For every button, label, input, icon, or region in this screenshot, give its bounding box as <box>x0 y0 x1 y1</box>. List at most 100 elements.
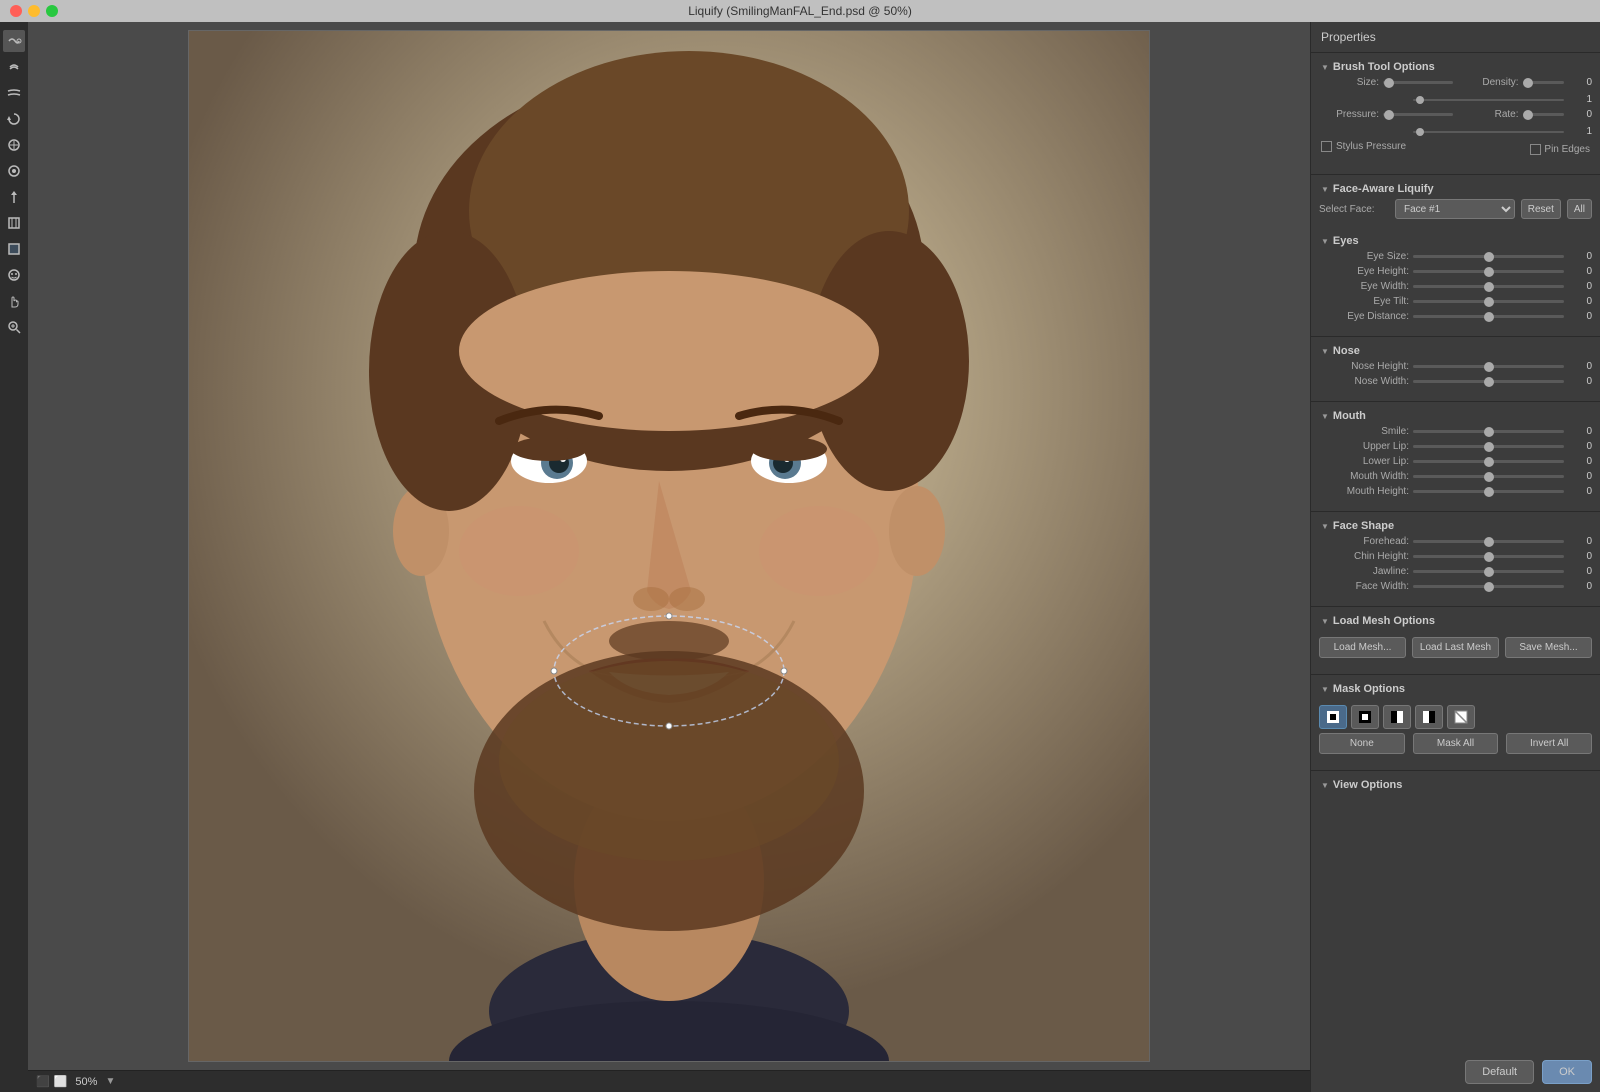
upper-lip-slider[interactable] <box>1413 445 1564 448</box>
bottom-buttons: Default OK <box>1311 1052 1600 1092</box>
load-mesh-button[interactable]: Load Mesh... <box>1319 637 1406 658</box>
eye-height-slider[interactable] <box>1413 270 1564 273</box>
load-mesh-label: Load Mesh Options <box>1333 615 1435 627</box>
thaw-mask-tool[interactable] <box>3 238 25 260</box>
all-button[interactable]: All <box>1567 199 1592 219</box>
load-mesh-header[interactable]: ▼ Load Mesh Options <box>1319 611 1592 631</box>
nose-width-slider[interactable] <box>1413 380 1564 383</box>
none-mask-button[interactable]: None <box>1319 733 1405 754</box>
mask-mode-3-button[interactable] <box>1383 705 1411 729</box>
face-width-label: Face Width: <box>1319 581 1409 592</box>
pin-edges-checkbox[interactable] <box>1530 144 1541 155</box>
forehead-slider[interactable] <box>1413 540 1564 543</box>
stylus-pressure-checkbox[interactable] <box>1321 141 1332 152</box>
mask-mode-5-button[interactable] <box>1447 705 1475 729</box>
density-slider[interactable] <box>1523 81 1565 84</box>
invert-all-button[interactable]: Invert All <box>1506 733 1592 754</box>
canvas-image-wrapper <box>188 30 1150 1062</box>
eyes-header[interactable]: ▼ Eyes <box>1319 231 1592 251</box>
face-select-dropdown[interactable]: Face #1 <box>1395 199 1515 219</box>
face-tool[interactable] <box>3 264 25 286</box>
eye-width-slider[interactable] <box>1413 285 1564 288</box>
face-aware-header[interactable]: ▼ Face-Aware Liquify <box>1319 179 1592 199</box>
size-slider[interactable] <box>1383 81 1453 84</box>
chin-height-label: Chin Height: <box>1319 551 1409 562</box>
save-mesh-button[interactable]: Save Mesh... <box>1505 637 1592 658</box>
mask-options-section: ▼ Mask Options <box>1311 679 1600 766</box>
size-track <box>1413 99 1564 101</box>
twirl-tool[interactable] <box>3 108 25 130</box>
eye-height-value: 0 <box>1572 266 1592 277</box>
mask-mode-2-button[interactable] <box>1351 705 1379 729</box>
forehead-row: Forehead: 0 <box>1319 536 1592 547</box>
default-button[interactable]: Default <box>1465 1060 1534 1084</box>
maximize-button[interactable] <box>46 5 58 17</box>
face-shape-header[interactable]: ▼ Face Shape <box>1319 516 1592 536</box>
zoom-tool[interactable] <box>3 316 25 338</box>
ok-button[interactable]: OK <box>1542 1060 1592 1084</box>
right-panel: Properties ▼ Brush Tool Options Size: <box>1310 22 1600 1092</box>
eye-distance-slider[interactable] <box>1413 315 1564 318</box>
smile-row: Smile: 0 <box>1319 426 1592 437</box>
forehead-label: Forehead: <box>1319 536 1409 547</box>
select-face-row: Select Face: Face #1 Reset All <box>1319 199 1592 219</box>
mask-mode-4-button[interactable] <box>1415 705 1443 729</box>
hand-tool[interactable] <box>3 290 25 312</box>
nose-height-slider[interactable] <box>1413 365 1564 368</box>
forward-warp-tool[interactable] <box>3 30 25 52</box>
reset-button[interactable]: Reset <box>1521 199 1561 219</box>
load-last-mesh-button[interactable]: Load Last Mesh <box>1412 637 1499 658</box>
lower-lip-value: 0 <box>1572 456 1592 467</box>
size-slider-container[interactable] <box>1383 81 1453 84</box>
view-options-header[interactable]: ▼ View Options <box>1319 775 1592 795</box>
size-row: Size: <box>1319 77 1453 88</box>
pressure-slider[interactable] <box>1383 113 1453 116</box>
push-left-tool[interactable] <box>3 186 25 208</box>
mouth-header[interactable]: ▼ Mouth <box>1319 406 1592 426</box>
left-toolbar <box>0 22 28 1092</box>
jawline-slider[interactable] <box>1413 570 1564 573</box>
mouth-height-row: Mouth Height: 0 <box>1319 486 1592 497</box>
eye-tilt-label: Eye Tilt: <box>1319 296 1409 307</box>
smooth-tool[interactable] <box>3 82 25 104</box>
mouth-width-slider[interactable] <box>1413 475 1564 478</box>
brush-arrow-icon: ▼ <box>1321 63 1329 72</box>
brush-tool-options-header[interactable]: ▼ Brush Tool Options <box>1319 57 1592 77</box>
freeze-mask-tool[interactable] <box>3 212 25 234</box>
size-density-row: Size: Density: 0 <box>1319 77 1592 92</box>
eye-tilt-slider[interactable] <box>1413 300 1564 303</box>
stylus-pressure-row: Stylus Pressure <box>1321 141 1406 152</box>
panel-title: Properties <box>1311 22 1600 48</box>
density-slider-container[interactable] <box>1523 81 1565 84</box>
divider-5 <box>1311 606 1600 607</box>
density-row: Density: 0 <box>1459 77 1593 88</box>
rate-slider[interactable] <box>1523 113 1565 116</box>
eyes-section: ▼ Eyes Eye Size: 0 Eye Height: 0 Eye Wid… <box>1311 231 1600 332</box>
nose-header[interactable]: ▼ Nose <box>1319 341 1592 361</box>
pucker-tool[interactable] <box>3 134 25 156</box>
canvas-container[interactable] <box>28 22 1310 1070</box>
face-width-slider[interactable] <box>1413 585 1564 588</box>
face-photo[interactable] <box>189 31 1149 1061</box>
zoom-dropdown-arrow[interactable]: ▼ <box>105 1076 115 1087</box>
mask-mode-1-button[interactable] <box>1319 705 1347 729</box>
minimize-button[interactable] <box>28 5 40 17</box>
rate-slider-container[interactable] <box>1523 113 1565 116</box>
mouth-height-label: Mouth Height: <box>1319 486 1409 497</box>
mask-options-header[interactable]: ▼ Mask Options <box>1319 679 1592 699</box>
canvas-status-icon1: ⬛ <box>36 1075 50 1088</box>
reconstruct-tool[interactable] <box>3 56 25 78</box>
nose-height-label: Nose Height: <box>1319 361 1409 372</box>
smile-slider[interactable] <box>1413 430 1564 433</box>
eye-size-slider[interactable] <box>1413 255 1564 258</box>
mask-all-button[interactable]: Mask All <box>1413 733 1499 754</box>
window-controls[interactable] <box>10 5 58 17</box>
mouth-height-slider[interactable] <box>1413 490 1564 493</box>
mouth-section: ▼ Mouth Smile: 0 Upper Lip: 0 Lower Lip:… <box>1311 406 1600 507</box>
bloat-tool[interactable] <box>3 160 25 182</box>
close-button[interactable] <box>10 5 22 17</box>
pressure-slider-container[interactable] <box>1383 113 1453 116</box>
zoom-level[interactable]: 50% <box>75 1076 97 1088</box>
chin-height-slider[interactable] <box>1413 555 1564 558</box>
lower-lip-slider[interactable] <box>1413 460 1564 463</box>
